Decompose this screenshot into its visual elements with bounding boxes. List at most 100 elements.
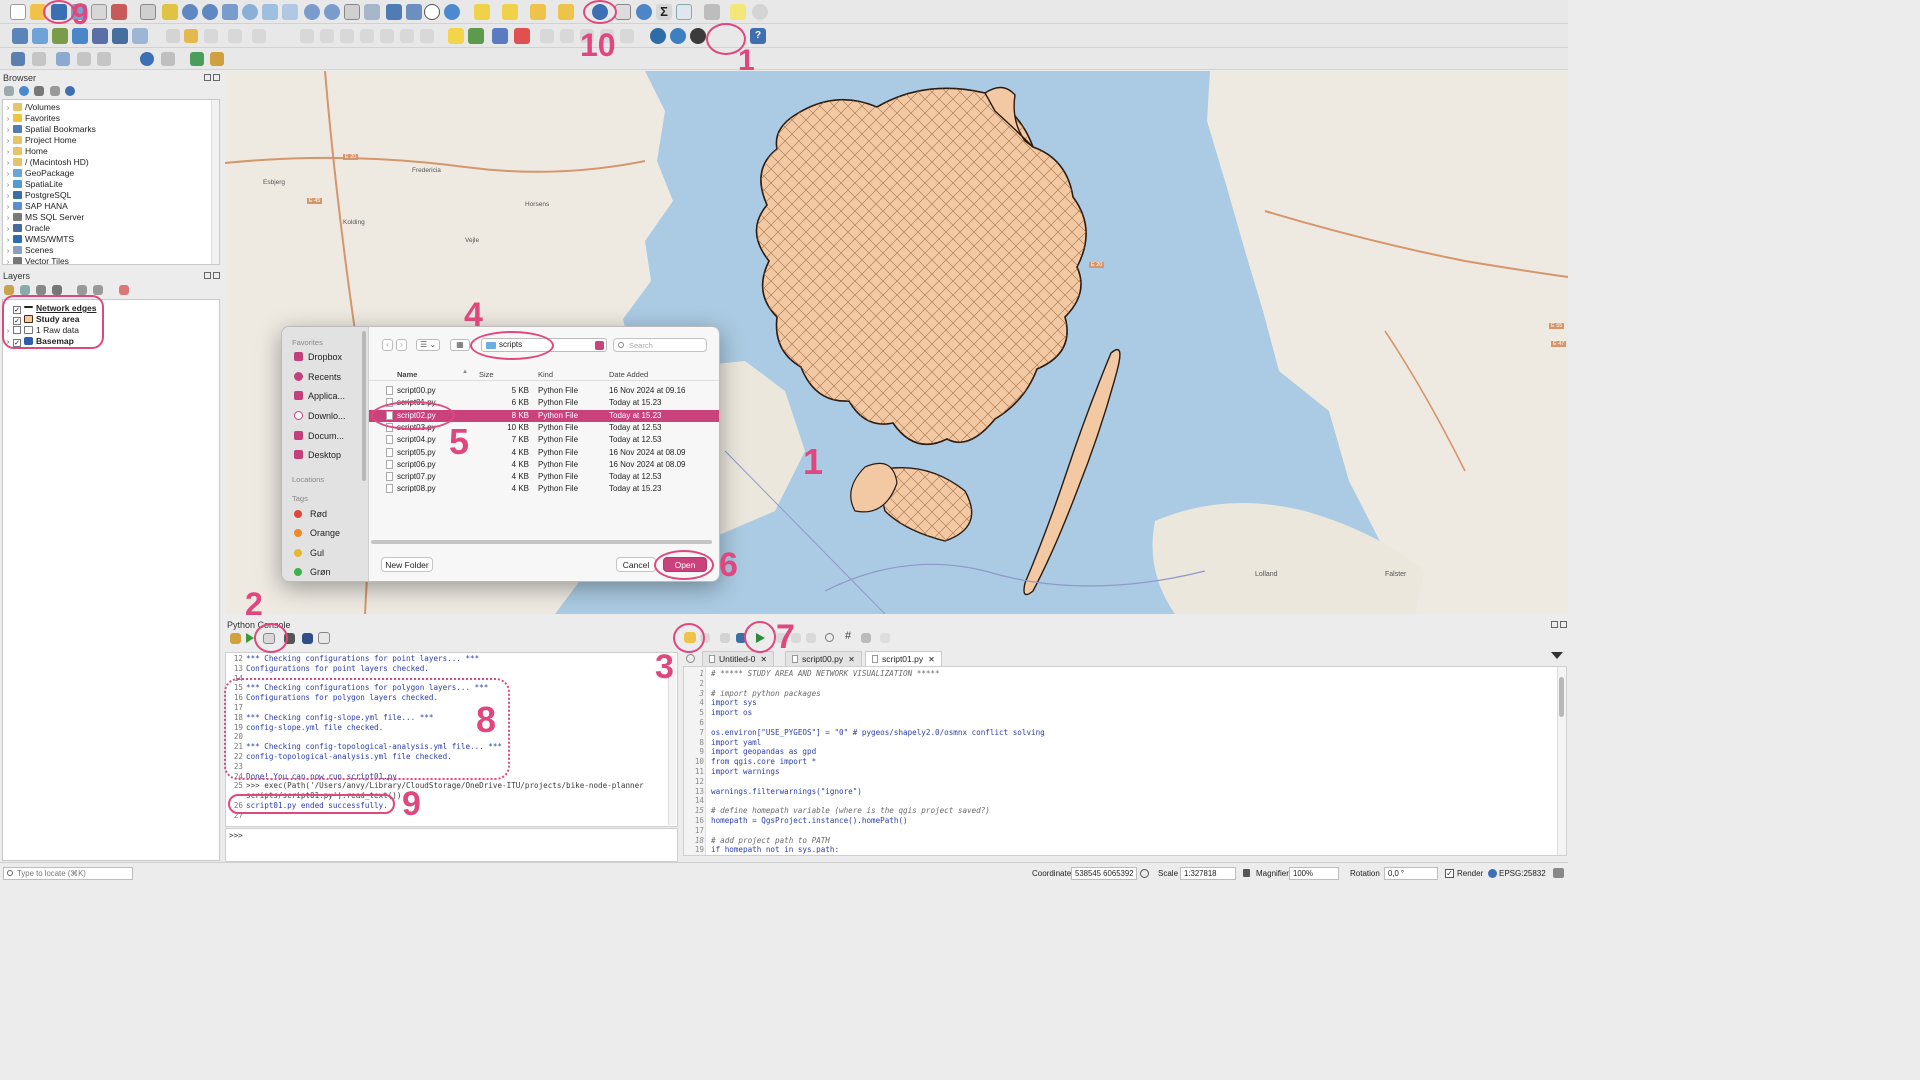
editor-tab[interactable]: script01.py ✕ — [865, 651, 942, 666]
open-layer-styling-icon[interactable] — [4, 285, 14, 295]
browser-item[interactable]: › SAP HANA — [3, 201, 68, 212]
collapse-all-icon[interactable] — [93, 285, 103, 295]
object-inspector-icon[interactable] — [861, 633, 871, 643]
format-code-icon[interactable] — [880, 633, 890, 643]
file-row[interactable]: script05.py 4 KB Python File 16 Nov 2024 at… — [369, 447, 719, 459]
zoom-selection-icon[interactable] — [242, 4, 258, 20]
horizontal-scrollbar[interactable] — [371, 540, 712, 544]
editor-scroll-thumb[interactable] — [1559, 677, 1564, 717]
add-mesh-layer-icon[interactable] — [92, 28, 108, 44]
settings-tool-icon[interactable] — [161, 52, 175, 66]
sidebar-item-downloads[interactable]: Downlo... — [294, 411, 346, 421]
snapping-icon[interactable] — [32, 52, 46, 66]
refresh-icon[interactable] — [444, 4, 460, 20]
help-icon[interactable] — [302, 633, 313, 644]
redo-icon[interactable] — [420, 29, 434, 43]
save-edits-icon[interactable] — [204, 29, 218, 43]
find-text-icon[interactable] — [825, 633, 834, 642]
browser-item[interactable]: › Favorites — [3, 113, 60, 124]
browser-item[interactable]: › SpatiaLite — [3, 179, 63, 190]
sidebar-scrollbar[interactable] — [362, 331, 366, 481]
advanced-digitizing-icon[interactable] — [11, 52, 25, 66]
browser-item[interactable]: › WMS/WMTS — [3, 234, 74, 245]
zoom-last-icon[interactable] — [304, 4, 320, 20]
globe-icon[interactable] — [670, 28, 686, 44]
move-label-icon[interactable] — [540, 29, 554, 43]
browser-item[interactable]: › Vector Tiles — [3, 256, 69, 264]
select-location-icon[interactable] — [558, 4, 574, 20]
qgis-web-icon[interactable] — [650, 28, 666, 44]
console-input[interactable]: >>> — [225, 828, 678, 862]
label-properties-icon[interactable] — [514, 28, 530, 44]
add-selected-icon[interactable] — [4, 86, 14, 96]
expand-all-icon[interactable] — [77, 285, 87, 295]
browser-item[interactable]: › GeoPackage — [3, 168, 74, 179]
vertex-tool-icon[interactable] — [252, 29, 266, 43]
panel-close-icon[interactable] — [1560, 621, 1567, 628]
panel-close-icon[interactable] — [213, 272, 220, 279]
close-icon[interactable]: ✕ — [848, 655, 855, 664]
editor-list-icon[interactable] — [318, 632, 330, 644]
select-by-value-icon[interactable] — [502, 4, 518, 20]
undo-icon[interactable] — [400, 29, 414, 43]
print-layout-icon[interactable] — [91, 4, 107, 20]
grid-view-button[interactable]: ▦ — [450, 339, 470, 351]
list-view-button[interactable]: ☰ ⌄ — [416, 339, 440, 351]
browser-scrollbar[interactable] — [211, 100, 219, 264]
data-source-manager-icon[interactable] — [12, 28, 28, 44]
statistical-summary-icon[interactable]: Σ — [656, 4, 672, 20]
zoom-next-icon[interactable] — [324, 4, 340, 20]
toggle-editing-icon[interactable] — [166, 29, 180, 43]
clear-console-icon[interactable] — [230, 633, 241, 644]
coordinate-toggle-icon[interactable] — [1140, 869, 1149, 878]
field-calculator-icon[interactable] — [676, 4, 692, 20]
open-attribute-table-icon[interactable] — [615, 4, 631, 20]
close-icon[interactable]: ✕ — [928, 655, 935, 664]
reshape-icon[interactable] — [97, 52, 111, 66]
new-project-icon[interactable] — [10, 4, 26, 20]
new-geopackage-icon[interactable] — [32, 28, 48, 44]
collapse-all-icon[interactable] — [50, 86, 60, 96]
bookmark-icon[interactable] — [386, 4, 402, 20]
tag-item-gul[interactable]: Gul — [294, 548, 324, 558]
digitize-icon[interactable] — [184, 29, 198, 43]
rotate-label-icon[interactable] — [560, 29, 574, 43]
deselect-icon[interactable] — [530, 4, 546, 20]
paste-icon[interactable] — [806, 633, 816, 643]
pin-labels-icon[interactable] — [468, 28, 484, 44]
sidebar-item-dropbox[interactable]: Dropbox — [294, 352, 342, 362]
search-plugin-icon[interactable] — [190, 52, 204, 66]
locator-field[interactable]: Type to locate (⌘K) — [3, 867, 133, 880]
show-bookmarks-icon[interactable] — [406, 4, 422, 20]
copy-features-icon[interactable] — [360, 29, 374, 43]
file-row[interactable]: script07.py 4 KB Python File Today at 12.53 — [369, 471, 719, 483]
sidebar-item-recents[interactable]: Recents — [294, 372, 341, 382]
expand-chevron-icon[interactable]: › — [3, 257, 13, 264]
filter-icon[interactable] — [34, 86, 44, 96]
delete-selected-icon[interactable] — [320, 29, 334, 43]
help-icon[interactable]: ? — [750, 28, 766, 44]
zoom-in-icon[interactable] — [182, 4, 198, 20]
paste-features-icon[interactable] — [380, 29, 394, 43]
scale-field[interactable]: 1:327818 — [1180, 867, 1236, 880]
remove-layer-icon[interactable] — [119, 285, 129, 295]
zoom-layer-icon[interactable] — [262, 4, 278, 20]
plugins-icon[interactable] — [690, 28, 706, 44]
browser-item[interactable]: › MS SQL Server — [3, 212, 84, 223]
tag-item-gron[interactable]: Grøn — [294, 567, 331, 577]
editor-tab-gear-icon[interactable] — [686, 654, 695, 663]
sidebar-item-applications[interactable]: Applica... — [294, 391, 345, 401]
offset-curve-icon[interactable] — [77, 52, 91, 66]
browser-item[interactable]: › Project Home — [3, 135, 77, 146]
browser-item[interactable]: › Home — [3, 146, 48, 157]
tag-item-orange[interactable]: Orange — [294, 528, 340, 538]
crs-globe-icon[interactable] — [1488, 869, 1497, 878]
label-tool-icon[interactable] — [448, 28, 464, 44]
zoom-out-icon[interactable] — [202, 4, 218, 20]
add-feature-icon[interactable] — [228, 29, 242, 43]
back-button[interactable]: ‹ — [382, 339, 393, 351]
tab-list-chevron-icon[interactable] — [1551, 652, 1563, 659]
run-command-icon[interactable] — [246, 633, 254, 643]
add-virtual-layer-icon[interactable] — [132, 28, 148, 44]
render-checkbox[interactable]: ✓ — [1445, 869, 1454, 878]
